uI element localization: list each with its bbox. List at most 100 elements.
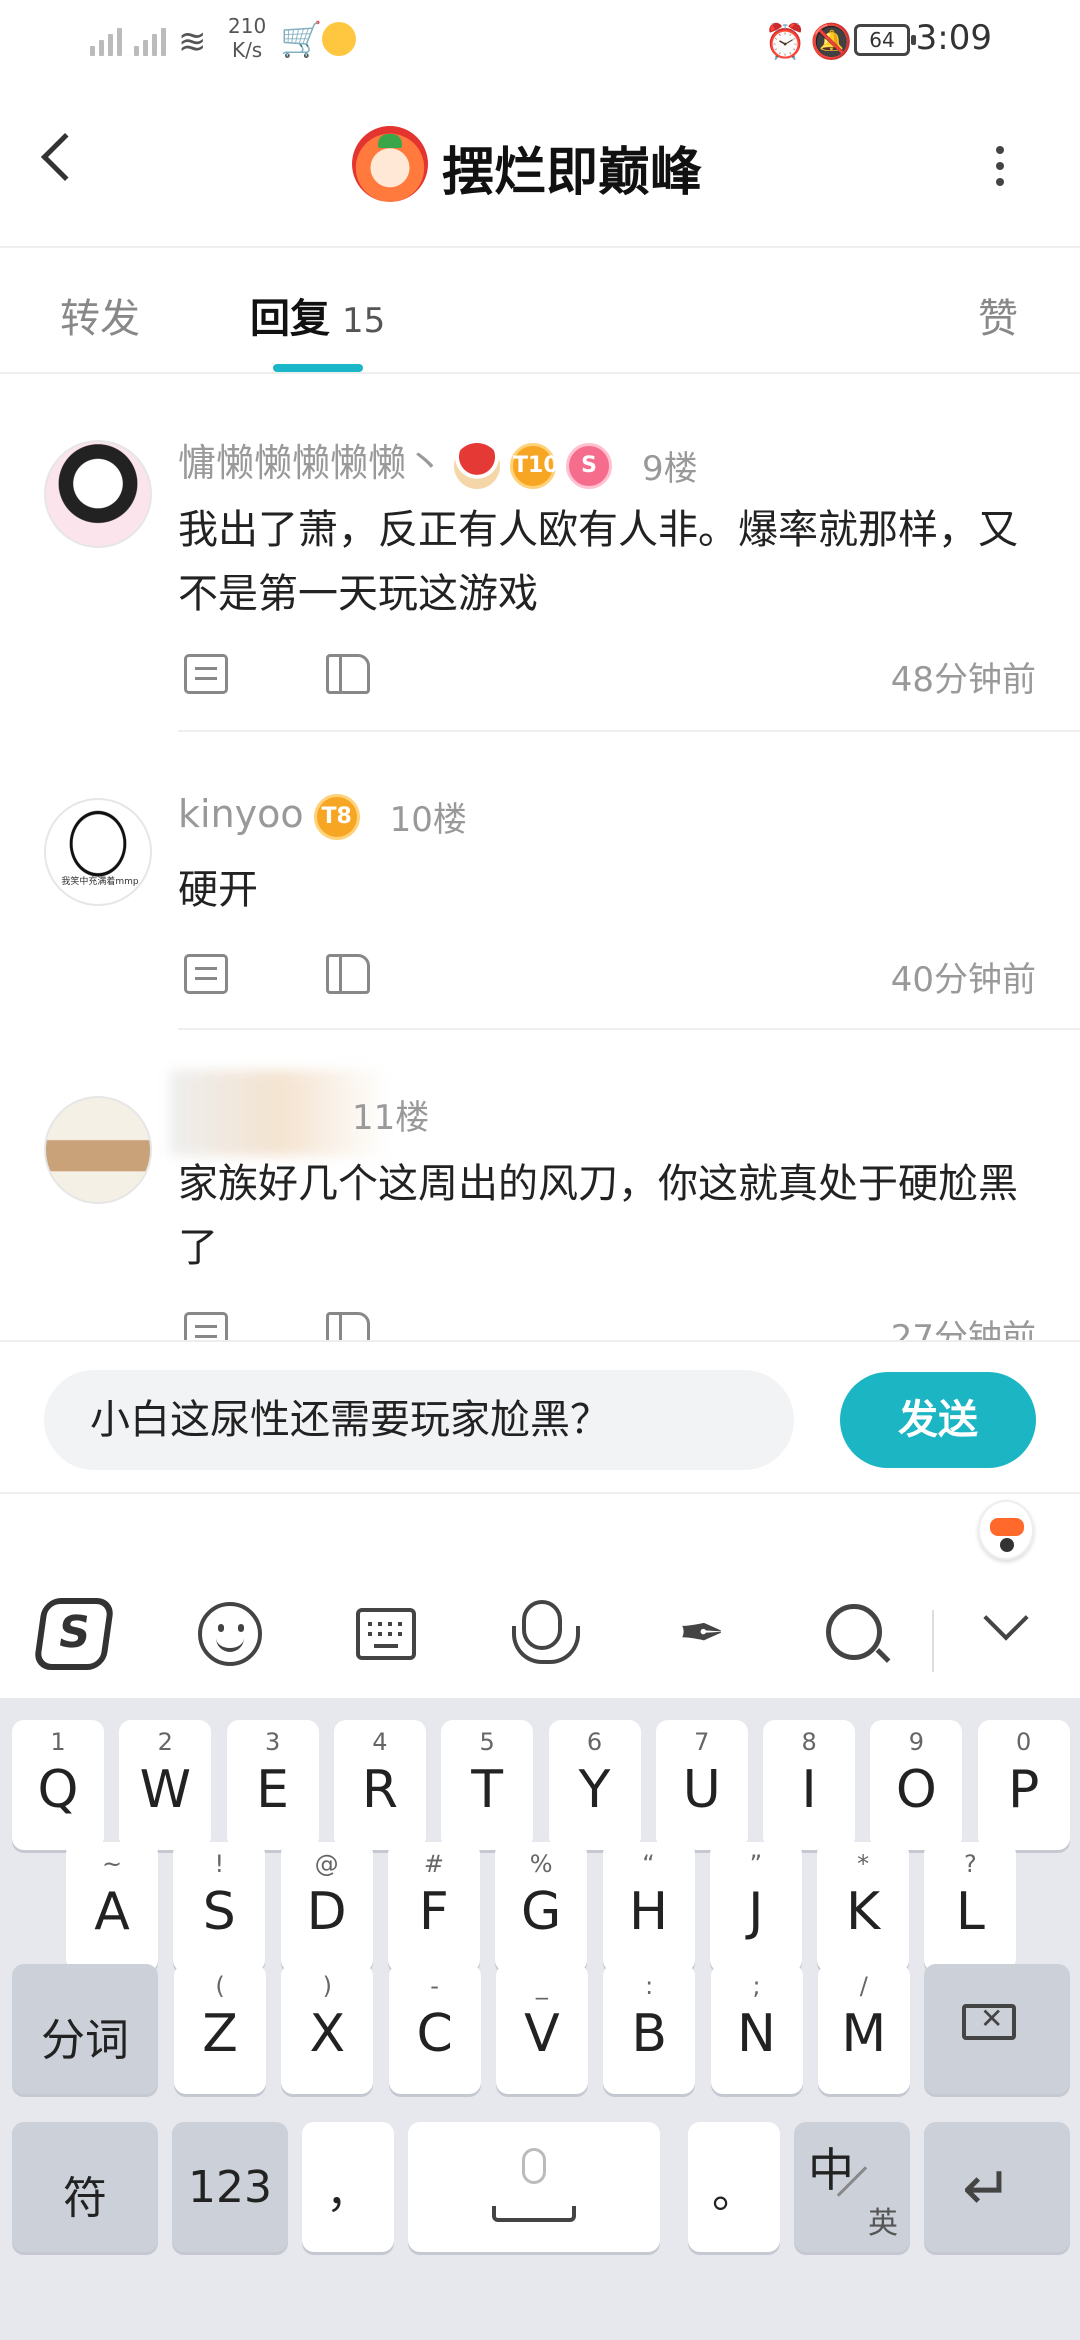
segment-key[interactable]: 分词 (12, 1964, 158, 2094)
numeric-key[interactable]: 123 (172, 2122, 288, 2252)
key-h[interactable]: “H (602, 1842, 695, 1972)
username[interactable]: 慵懒懒懒懒懒丶 (178, 441, 444, 485)
page-title: 摆烂即巅峰 (442, 143, 703, 203)
space-icon (492, 2206, 576, 2222)
reply-input-bar: 小白这尿性还需要玩家尬黑？ 发送 (0, 1340, 1080, 1494)
handwriting-icon[interactable]: ✒ (666, 1598, 738, 1670)
key-w[interactable]: 2W (119, 1720, 212, 1850)
key-hint: / (859, 1972, 868, 2000)
key-letter: I (801, 1760, 817, 1820)
language-switch-key[interactable]: 中 英 (794, 2122, 910, 2252)
key-f[interactable]: # F (387, 1842, 480, 1972)
tab-replies-label: 回复 (250, 296, 330, 342)
period-key[interactable]: 。 (688, 2122, 780, 2252)
key-b[interactable]: :B (603, 1964, 696, 2094)
tab-forward[interactable]: 转发 (60, 286, 140, 344)
numeric-key-label: 123 (188, 2162, 272, 2213)
floating-mascot-icon[interactable] (978, 1500, 1034, 1560)
back-arrow-icon[interactable] (40, 132, 90, 182)
comment-text: 硬开 (178, 867, 258, 913)
user-avatar[interactable] (44, 440, 152, 548)
more-options-icon[interactable] (996, 146, 1004, 186)
like-icon[interactable] (326, 954, 370, 994)
key-e[interactable]: 3E (226, 1720, 319, 1850)
segment-key-label: 分词 (41, 2015, 129, 2066)
backspace-key[interactable] (924, 1964, 1070, 2094)
key-i[interactable]: 8I (763, 1720, 856, 1850)
like-icon[interactable] (326, 654, 370, 694)
key-t[interactable]: 5T (441, 1720, 534, 1850)
send-button[interactable]: 发送 (840, 1372, 1036, 1468)
network-speed: 210 K/s (228, 14, 267, 62)
space-key[interactable] (408, 2122, 660, 2252)
key-x[interactable]: ) X (281, 1964, 374, 2094)
comment-list[interactable]: 慵懒懒懒懒懒丶 T10 S 9楼 我出了萧，反正有人欧有人非。爆率就那样，又不是第一天… (0, 374, 1080, 1340)
keyboard-icon[interactable] (356, 1608, 416, 1660)
emoji-icon[interactable] (198, 1602, 262, 1666)
battery-icon: 64 (854, 24, 916, 56)
comma-key-label: ， (326, 2167, 370, 2218)
key-p[interactable]: 0P (977, 1720, 1070, 1850)
sogou-logo-icon[interactable]: S (32, 1598, 116, 1670)
key-letter: E (256, 1760, 290, 1820)
search-icon[interactable] (826, 1604, 882, 1660)
key-z[interactable]: (Z (174, 1964, 266, 2094)
reply-icon[interactable] (184, 954, 228, 994)
level-badge-icon: T10 (510, 442, 559, 489)
key-r[interactable]: 4R (333, 1720, 426, 1850)
tab-likes[interactable]: 赞 (978, 286, 1018, 344)
key-hint: @ (314, 1850, 339, 1878)
key-y[interactable]: 6Y (548, 1720, 641, 1850)
app-notification-icon (322, 22, 356, 56)
key-m[interactable]: / M (817, 1964, 910, 2094)
enter-key[interactable]: ↵ (924, 2122, 1070, 2252)
like-icon[interactable] (326, 1312, 370, 1340)
backspace-icon (962, 2002, 1016, 2040)
comment-time: 48分钟前 (890, 660, 1036, 700)
key-a[interactable]: ~ A (66, 1842, 158, 1972)
key-letter: Q (37, 1760, 79, 1820)
key-hint: 4 (372, 1728, 388, 1756)
group-avatar[interactable] (352, 126, 428, 202)
keyboard-toolbar: S ✒ (0, 1572, 1080, 1698)
microphone-icon[interactable] (512, 1600, 580, 1664)
tab-bar: 转发 回复 15 赞 (0, 250, 1080, 374)
key-o[interactable]: 9O (870, 1720, 963, 1850)
key-d[interactable]: @ D (280, 1842, 373, 1972)
clock: 3:09 (915, 18, 992, 58)
comment-header: 11楼 (352, 1090, 429, 1139)
comma-key[interactable]: ， (302, 2122, 394, 2252)
key-s[interactable]: ! S (173, 1842, 266, 1972)
key-q[interactable]: 1Q (12, 1720, 104, 1850)
symbol-key[interactable]: 符 (12, 2122, 158, 2252)
key-hint: “ (642, 1850, 655, 1878)
key-letter: P (1008, 1760, 1040, 1820)
username[interactable]: kinyoo (178, 792, 304, 836)
key-c[interactable]: -C (388, 1964, 481, 2094)
user-avatar[interactable]: 我笑中充满着mmp (44, 798, 152, 906)
key-g[interactable]: % G (495, 1842, 588, 1972)
comment-header: kinyoo T8 10楼 (178, 792, 467, 841)
status-bar: ≋ 210 K/s 🛒 ⏰ 🔕 64 3:09 (0, 0, 1080, 80)
key-letter: G (521, 1882, 562, 1942)
key-v[interactable]: _ V (495, 1964, 588, 2094)
key-hint: ) (322, 1972, 332, 2000)
reply-input[interactable]: 小白这尿性还需要玩家尬黑？ (44, 1370, 794, 1470)
tab-replies[interactable]: 回复 15 (250, 286, 385, 344)
reply-icon[interactable] (184, 1312, 228, 1340)
user-avatar[interactable] (44, 1096, 152, 1204)
symbol-key-label: 符 (63, 2173, 107, 2224)
key-letter: N (737, 2004, 776, 2064)
key-l[interactable]: ? L (924, 1842, 1017, 1972)
key-n[interactable]: ; N (710, 1964, 803, 2094)
key-letter: R (361, 1760, 398, 1820)
comment-text: 家族好几个这周出的风刀，你这就真处于硬尬黑了 (178, 1161, 1018, 1271)
key-letter: V (524, 2004, 560, 2064)
divider (178, 1028, 1080, 1030)
key-k[interactable]: * K (817, 1842, 910, 1972)
key-u[interactable]: 7U (655, 1720, 748, 1850)
reply-icon[interactable] (184, 654, 228, 694)
collapse-keyboard-icon[interactable] (983, 1595, 1029, 1641)
key-j[interactable]: ” J (709, 1842, 802, 1972)
avatar-caption: 我笑中充满着mmp (61, 877, 139, 887)
